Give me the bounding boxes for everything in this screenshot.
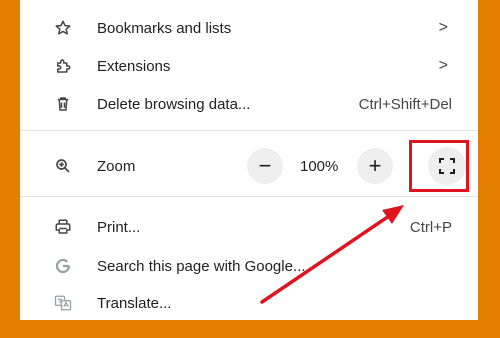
annotation-arrow [260, 205, 404, 304]
